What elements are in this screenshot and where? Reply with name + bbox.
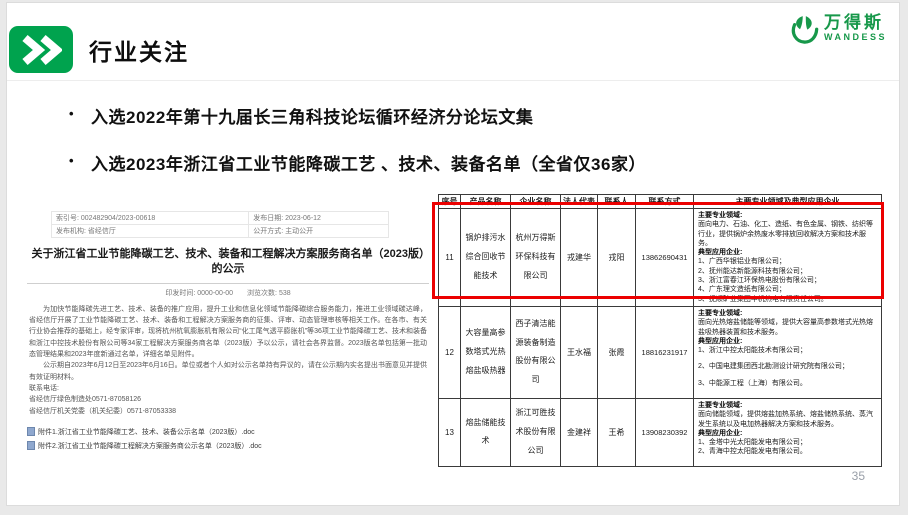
- notice-org: 发布机构: 省经信厅: [52, 225, 249, 238]
- domain-label: 主要专业领域:: [698, 211, 877, 220]
- wandess-leaf-icon: [788, 13, 819, 44]
- cell-phone: 18816231917: [636, 306, 694, 398]
- domain-text: 面向储能领域，提供熔盐加热系统、熔盐储热系统、蒸汽发生系统以及电加热器解决方案和…: [698, 410, 877, 429]
- col-header-contact: 联系人: [598, 195, 636, 209]
- notice-paragraph: 为加快节能降碳先进工艺、技术、装备的推广应用，提升工业和信息化领域节能降碳综合服…: [29, 304, 427, 361]
- cell-product: 锅炉排污水综合回收节能技术: [461, 209, 511, 307]
- notice-contact-phone: 省经信厅机关党委（机关纪委）0571-87053338: [29, 406, 427, 417]
- cell-product: 熔盐储能技术: [461, 398, 511, 466]
- cell-domain: 主要专业领域: 面向电力、石油、化工、造纸、有色金属、钢铁、纺织等行业，提供锅炉…: [694, 209, 882, 307]
- cell-company: 西子清洁能源装备制造股份有限公司: [511, 306, 561, 398]
- cell-no: 13: [439, 398, 461, 466]
- apps-list: 1、浙江中控太阳能技术有限公司； 2、中国电建集团西北勘测设计研究院有限公司； …: [698, 346, 877, 388]
- col-header-product: 产品名称: [461, 195, 511, 209]
- domain-label: 主要专业领域:: [698, 401, 877, 410]
- apps-label: 典型应用企业:: [698, 337, 877, 346]
- col-header-company: 企业名称: [511, 195, 561, 209]
- doc-file-icon: [27, 427, 35, 436]
- notice-title: 关于浙江省工业节能降碳工艺、技术、装备和工程解决方案服务商名单（2023版）的公…: [29, 247, 427, 277]
- doc-file-icon: [27, 441, 35, 450]
- table-row: 11 锅炉排污水综合回收节能技术 杭州万得斯环保科技有限公司 戎建华 戎阳 13…: [439, 209, 882, 307]
- notice-body: 为加快节能降碳先进工艺、技术、装备的推广应用，提升工业和信息化领域节能降碳综合服…: [29, 304, 427, 417]
- notice-contact-label: 联系电话:: [29, 383, 427, 394]
- notice-index: 索引号: 002482904/2023-00618: [52, 212, 249, 225]
- bullet-list: • 入选2022年第十九届长三角科技论坛循环经济分论坛文集 • 入选2023年浙…: [69, 103, 829, 197]
- app-item: 2、中国电建集团西北勘测设计研究院有限公司；: [698, 362, 877, 371]
- page-title: 行业关注: [89, 33, 189, 67]
- app-item: 1、广西华银铝业有限公司；: [698, 257, 877, 266]
- cell-legal: 戎建华: [561, 209, 598, 307]
- col-header-no: 序号: [439, 195, 461, 209]
- col-header-phone: 联系方式: [636, 195, 694, 209]
- bullet-item: • 入选2022年第十九届长三角科技论坛循环经济分论坛文集: [69, 103, 829, 128]
- apps-list: 1、广西华银铝业有限公司； 2、抚州能达新能源科技有限公司； 3、浙江富春江环保…: [698, 257, 877, 303]
- cell-contact: 戎阳: [598, 209, 636, 307]
- attachment-text: 附件1.浙江省工业节能降碳工艺、技术、装备公示名单（2023版）.doc: [38, 427, 255, 437]
- table-row: 13 熔盐储能技术 浙江可胜技术股份有限公司 金建祥 王希 1390823039…: [439, 398, 882, 466]
- notice-meta: 印发时间: 0000-00-00 浏览次数: 538: [27, 288, 429, 298]
- bullet-text: 入选2022年第十九届长三角科技论坛循环经济分论坛文集: [91, 103, 533, 128]
- cell-domain: 主要专业领域: 面向储能领域，提供熔盐加热系统、熔盐储热系统、蒸汽发生系统以及电…: [694, 398, 882, 466]
- page-number: 35: [852, 469, 865, 483]
- apps-label: 典型应用企业:: [698, 429, 877, 438]
- app-item: 1、金塔中光太阳能发电有限公司；: [698, 438, 877, 447]
- domain-label: 主要专业领域:: [698, 309, 877, 318]
- cell-no: 11: [439, 209, 461, 307]
- domain-text: 面向光热熔盐储能等领域，提供大容量高参数塔式光热熔盐吸热器装置和技术服务。: [698, 318, 877, 337]
- app-item: 2、抚州能达新能源科技有限公司；: [698, 267, 877, 276]
- vendor-table-container: 序号 产品名称 企业名称 法人代表 联系人 联系方式 主要专业领域及典型应用企业…: [438, 194, 882, 467]
- table-row: 12 大容量高参数塔式光热熔盐吸热器 西子清洁能源装备制造股份有限公司 王水福 …: [439, 306, 882, 398]
- cell-company: 浙江可胜技术股份有限公司: [511, 398, 561, 466]
- cell-no: 12: [439, 306, 461, 398]
- logo-name-cn: 万得斯: [824, 14, 887, 33]
- table-header-row: 序号 产品名称 企业名称 法人代表 联系人 联系方式 主要专业领域及典型应用企业: [439, 195, 882, 209]
- col-header-legal: 法人代表: [561, 195, 598, 209]
- notice-date: 发布日期: 2023-06-12: [249, 212, 389, 225]
- app-item: 2、青海中控太阳能发电有限公司。: [698, 447, 877, 456]
- bullet-item: • 入选2023年浙江省工业节能降碳工艺 、技术、装备名单（全省仅36家）: [69, 150, 829, 175]
- cell-company: 杭州万得斯环保科技有限公司: [511, 209, 561, 307]
- cell-legal: 金建祥: [561, 398, 598, 466]
- header-divider: [7, 80, 899, 81]
- double-chevron-icon: [9, 26, 73, 73]
- cell-contact: 王希: [598, 398, 636, 466]
- attachment-link[interactable]: 附件1.浙江省工业节能降碳工艺、技术、装备公示名单（2023版）.doc: [27, 427, 429, 437]
- col-header-domain: 主要专业领域及典型应用企业: [694, 195, 882, 209]
- app-item: 4、广东理文造纸有限公司；: [698, 285, 877, 294]
- attachment-link[interactable]: 附件2.浙江省工业节能降碳工程解决方案服务商公示名单（2023版）.doc: [27, 441, 429, 451]
- apps-list: 1、金塔中光太阳能发电有限公司； 2、青海中控太阳能发电有限公司。: [698, 438, 877, 457]
- vendor-table: 序号 产品名称 企业名称 法人代表 联系人 联系方式 主要专业领域及典型应用企业…: [438, 194, 882, 467]
- cell-phone: 13862690431: [636, 209, 694, 307]
- apps-label: 典型应用企业:: [698, 248, 877, 257]
- notice-divider: [27, 283, 429, 284]
- notice-contact-phone: 省经信厅绿色制造处0571-87058126: [29, 394, 427, 405]
- notice-document: 索引号: 002482904/2023-00618 发布日期: 2023-06-…: [27, 193, 429, 463]
- app-item: 5、抚顺矿业集团中机热电有限责任公司。: [698, 295, 877, 304]
- cell-contact: 张霞: [598, 306, 636, 398]
- logo-name-en: WANDESS: [824, 33, 887, 43]
- domain-text: 面向电力、石油、化工、造纸、有色金属、钢铁、纺织等行业，提供锅炉余热废水零排放回…: [698, 220, 877, 248]
- slide: 行业关注 万得斯 WANDESS • 入选2022年第十九届长三角科技论坛循环经…: [6, 2, 900, 506]
- bullet-text: 入选2023年浙江省工业节能降碳工艺 、技术、装备名单（全省仅36家）: [91, 150, 646, 175]
- app-item: 1、浙江中控太阳能技术有限公司；: [698, 346, 877, 355]
- cell-phone: 13908230392: [636, 398, 694, 466]
- app-item: 3、浙江富春江环保热电股份有限公司；: [698, 276, 877, 285]
- cell-legal: 王水福: [561, 306, 598, 398]
- attachment-text: 附件2.浙江省工业节能降碳工程解决方案服务商公示名单（2023版）.doc: [38, 441, 262, 451]
- app-item: 3、中能源工程（上海）有限公司。: [698, 379, 877, 388]
- presentation-canvas: 行业关注 万得斯 WANDESS • 入选2022年第十九届长三角科技论坛循环经…: [0, 0, 908, 515]
- logo-text: 万得斯 WANDESS: [824, 14, 887, 43]
- cell-product: 大容量高参数塔式光热熔盐吸热器: [461, 306, 511, 398]
- cell-domain: 主要专业领域: 面向光热熔盐储能等领域，提供大容量高参数塔式光热熔盐吸热器装置和…: [694, 306, 882, 398]
- chevron-glyphs: [20, 34, 62, 66]
- notice-attachments: 附件1.浙江省工业节能降碳工艺、技术、装备公示名单（2023版）.doc 附件2…: [27, 427, 429, 451]
- company-logo: 万得斯 WANDESS: [788, 13, 887, 44]
- notice-info-table: 索引号: 002482904/2023-00618 发布日期: 2023-06-…: [51, 211, 389, 238]
- bullet-dot-icon: •: [69, 150, 91, 168]
- notice-paragraph: 公示期自2023年6月12日至2023年6月16日。单位或者个人如对公示名单持有…: [29, 360, 427, 383]
- notice-open-mode: 公开方式: 主动公开: [249, 225, 389, 238]
- bullet-dot-icon: •: [69, 103, 91, 121]
